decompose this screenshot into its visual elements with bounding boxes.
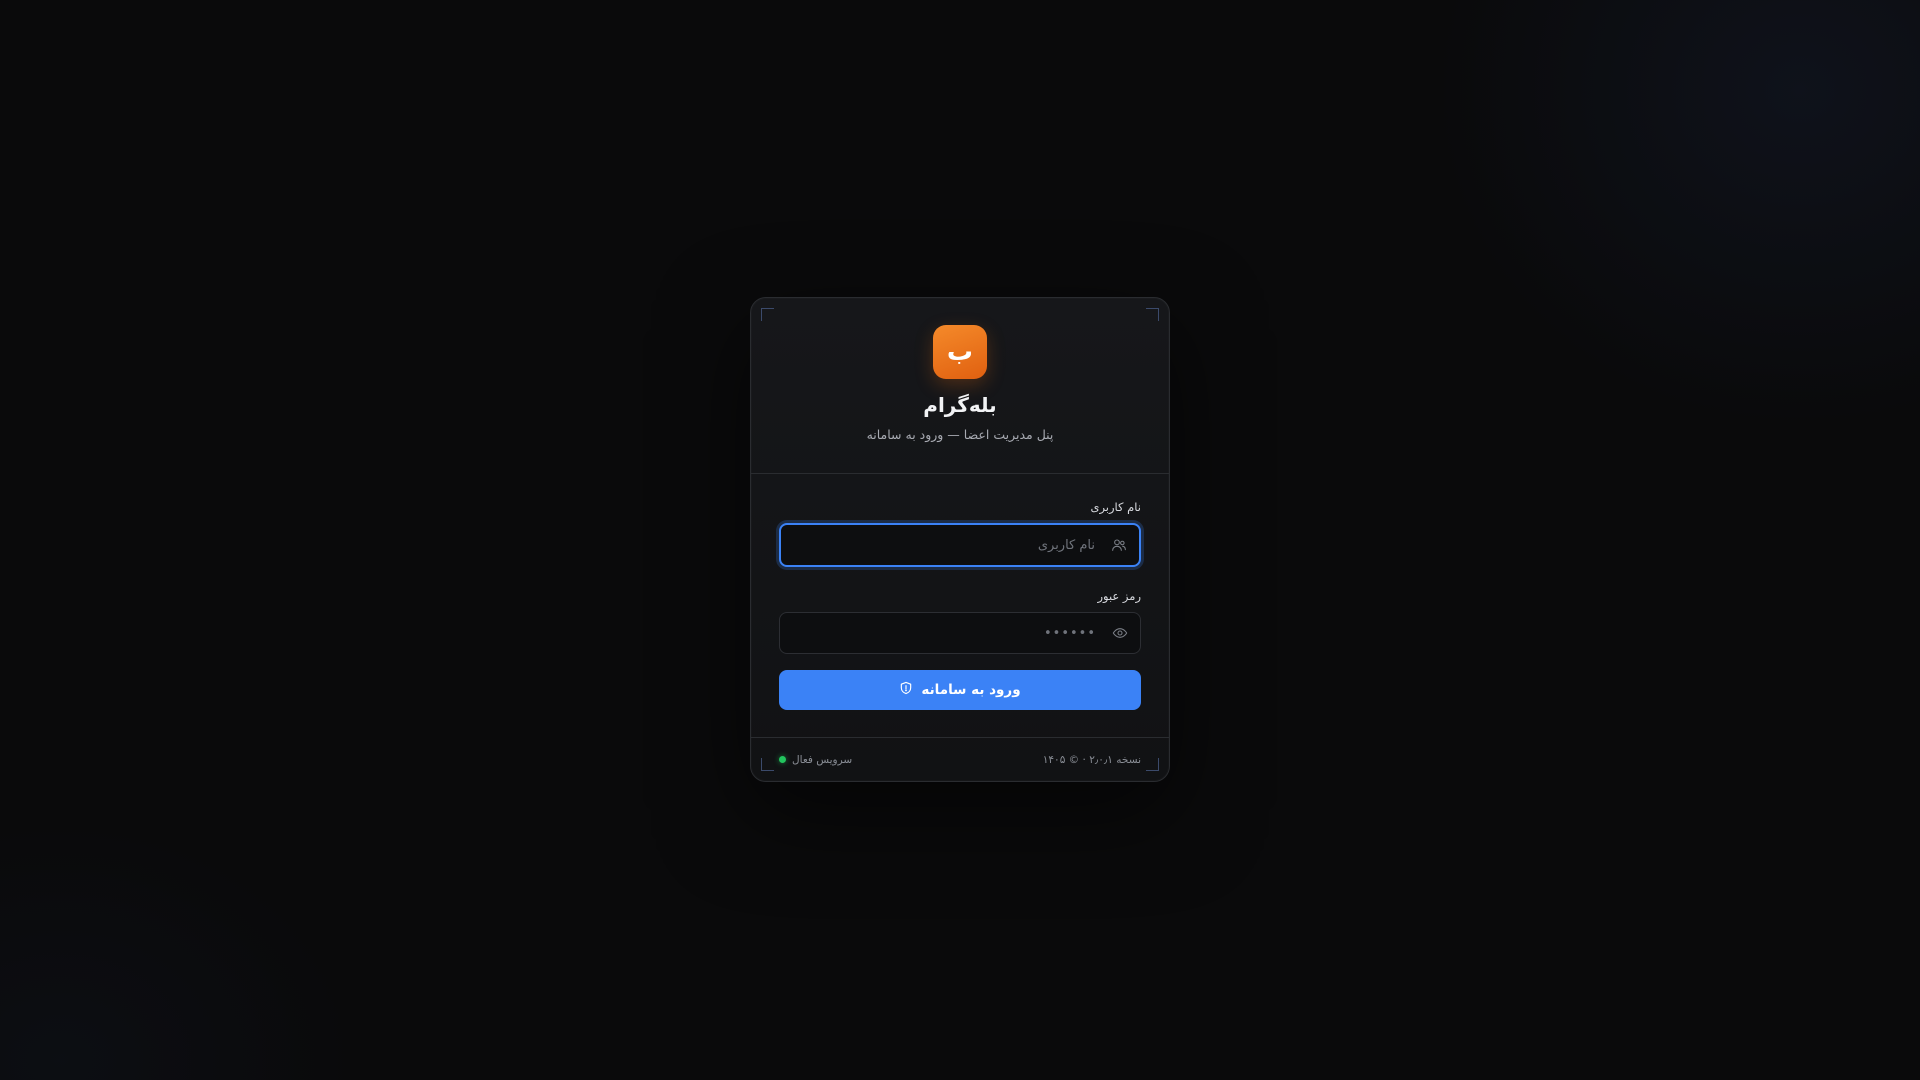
corner-bracket-top-left	[761, 308, 774, 321]
card-footer: نسخه ۲٫۰٫۱ · © ۱۴۰۵ سرویس فعال	[751, 737, 1169, 781]
card-header: ب بله‌گرام پنل مدیریت اعضا — ورود به سام…	[751, 298, 1169, 474]
eye-icon[interactable]	[1112, 625, 1128, 641]
password-input[interactable]	[792, 624, 1098, 642]
login-submit-button[interactable]: ورود به سامانه	[779, 670, 1141, 710]
users-icon	[1111, 537, 1127, 553]
username-label: نام کاربری	[1090, 500, 1141, 514]
login-submit-label: ورود به سامانه	[921, 682, 1021, 698]
username-field[interactable]	[779, 523, 1141, 567]
status-dot-icon	[779, 756, 786, 763]
app-logo: ب	[933, 325, 987, 379]
username-input[interactable]	[793, 536, 1097, 554]
app-logo-letter: ب	[946, 337, 974, 367]
app-subtitle: پنل مدیریت اعضا — ورود به سامانه	[866, 427, 1054, 442]
login-form: نام کاربری رمز عبور	[751, 474, 1169, 710]
password-label: رمز عبور	[1097, 589, 1141, 603]
corner-bracket-top-right	[1146, 308, 1159, 321]
login-card: ب بله‌گرام پنل مدیریت اعضا — ورود به سام…	[750, 297, 1170, 782]
login-page: ب بله‌گرام پنل مدیریت اعضا — ورود به سام…	[0, 0, 1920, 1080]
shield-icon	[899, 681, 913, 699]
version-text: نسخه ۲٫۰٫۱ · © ۱۴۰۵	[1042, 753, 1141, 766]
app-title: بله‌گرام	[923, 393, 997, 417]
password-field[interactable]	[779, 612, 1141, 654]
service-status: سرویس فعال	[779, 754, 852, 766]
service-status-text: سرویس فعال	[792, 753, 853, 766]
